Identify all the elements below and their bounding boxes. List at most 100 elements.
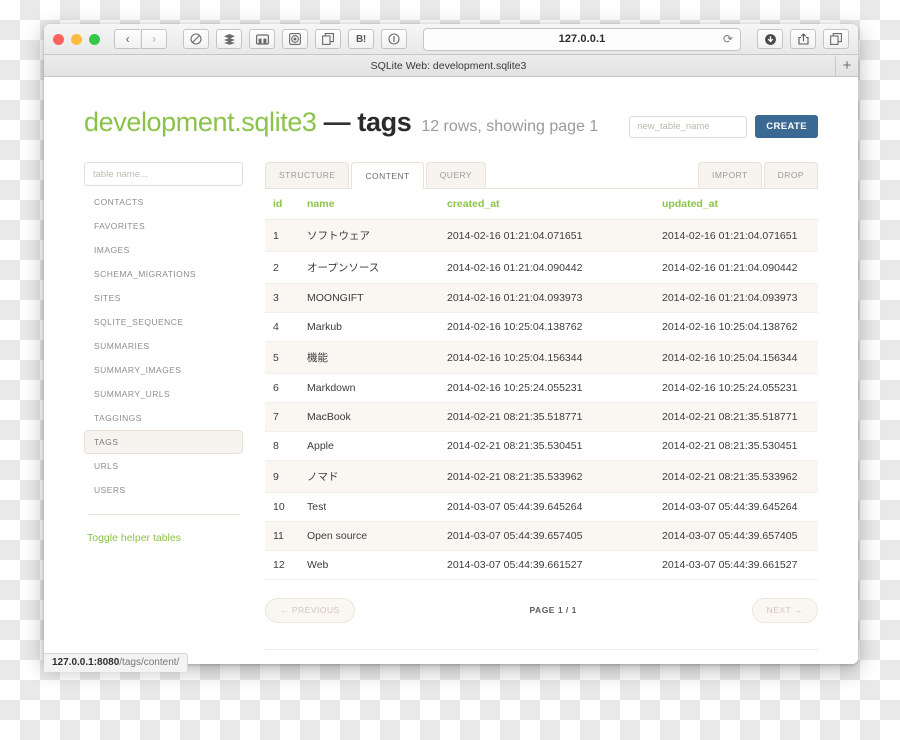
column-header-name[interactable]: name: [299, 189, 439, 220]
list-item[interactable]: SCHEMA_MIGRATIONS: [84, 262, 243, 286]
sidebar-item-schema_migrations[interactable]: SCHEMA_MIGRATIONS: [84, 262, 243, 286]
toggle-helper-tables-link[interactable]: Toggle helper tables: [84, 532, 181, 544]
sidebar-item-sites[interactable]: SITES: [84, 286, 243, 310]
list-item[interactable]: TAGGINGS: [84, 406, 243, 430]
sidebar-item-sqlite_sequence[interactable]: SQLITE_SEQUENCE: [84, 310, 243, 334]
downloads-button[interactable]: [757, 29, 783, 49]
cell-id: 10: [265, 492, 299, 522]
current-table-name: tags: [357, 107, 412, 137]
layers-icon: [223, 34, 235, 45]
tab-drop[interactable]: DROP: [763, 162, 818, 188]
create-table-button[interactable]: CREATE: [755, 115, 818, 138]
sidebar-item-users[interactable]: USERS: [84, 478, 243, 502]
share-icon: [797, 33, 809, 45]
cell-created_at: 2014-02-16 01:21:04.093973: [439, 283, 654, 313]
reader-sidebar-button[interactable]: [249, 29, 275, 49]
browser-window: ‹ › B! 127.0.0.1 ⟳ SQLite Web: developme…: [44, 24, 858, 664]
list-item[interactable]: SQLITE_SEQUENCE: [84, 310, 243, 334]
tab-content[interactable]: CONTENT: [351, 162, 424, 189]
page-indicator: PAGE 1 / 1: [529, 605, 577, 616]
minimize-window-button[interactable]: [71, 33, 82, 45]
sidebar-item-summary_images[interactable]: SUMMARY_IMAGES: [84, 358, 243, 382]
list-item[interactable]: SITES: [84, 286, 243, 310]
next-page-button[interactable]: NEXT →: [751, 598, 818, 623]
flask-link[interactable]: Flask: [563, 664, 588, 665]
author-link[interactable]: Charles Leifer: [692, 664, 757, 665]
cell-name: 機能: [299, 341, 439, 374]
sidebar-item-favorites[interactable]: FAVORITES: [84, 214, 243, 238]
tab-query[interactable]: QUERY: [425, 162, 487, 188]
peewee-link[interactable]: Peewee: [611, 664, 649, 665]
forward-button[interactable]: ›: [141, 29, 167, 49]
list-item[interactable]: SUMMARY_URLS: [84, 382, 243, 406]
sidebar-item-taggings[interactable]: TAGGINGS: [84, 406, 243, 430]
page-title: development.sqlite3 — tags: [84, 107, 412, 138]
list-item[interactable]: SUMMARY_IMAGES: [84, 358, 243, 382]
list-item[interactable]: FAVORITES: [84, 214, 243, 238]
cell-name: Apple: [299, 431, 439, 461]
sidebar-item-summary_urls[interactable]: SUMMARY_URLS: [84, 382, 243, 406]
status-bar-url: 127.0.0.1:8080/tags/content/: [44, 653, 189, 672]
share-button[interactable]: [790, 29, 816, 49]
new-tab-button[interactable]: +: [835, 55, 858, 76]
back-button[interactable]: ‹: [114, 29, 140, 49]
tab-import[interactable]: IMPORT: [698, 162, 762, 188]
record-button[interactable]: [282, 29, 308, 49]
cell-created_at: 2014-02-16 01:21:04.071651: [439, 219, 654, 252]
column-header-row: id name created_at updated_at: [265, 189, 818, 220]
close-window-button[interactable]: [53, 33, 64, 45]
footer-text-3: . © 2017: [649, 664, 692, 665]
tab-overview-icon: [830, 33, 842, 45]
chevron-left-icon: ‹: [125, 32, 130, 46]
reload-icon[interactable]: ⟳: [723, 33, 733, 45]
page-info-button[interactable]: [381, 29, 407, 49]
hatena-bookmark-button[interactable]: B!: [348, 29, 374, 49]
column-header-created_at[interactable]: created_at: [439, 189, 654, 220]
sidebar-item-images[interactable]: IMAGES: [84, 238, 243, 262]
table-filter-input[interactable]: [84, 162, 243, 186]
cell-updated_at: 2014-02-16 01:21:04.090442: [654, 251, 818, 284]
active-tab-title[interactable]: SQLite Web: development.sqlite3: [44, 60, 835, 72]
tab-structure[interactable]: STRUCTURE: [265, 162, 350, 188]
sidebar-item-urls[interactable]: URLS: [84, 454, 243, 478]
column-header-updated_at[interactable]: updated_at: [654, 189, 818, 220]
table-row: 11 Open source 2014-03-07 05:44:39.657405 2…: [265, 521, 818, 551]
adblock-button[interactable]: [183, 29, 209, 49]
list-item[interactable]: IMAGES: [84, 238, 243, 262]
cell-created_at: 2014-03-07 05:44:39.657405: [439, 521, 654, 551]
cell-updated_at: 2014-02-21 08:21:35.518771: [654, 402, 818, 432]
tab-overview-button[interactable]: [823, 29, 849, 49]
zoom-window-button[interactable]: [89, 33, 100, 45]
new-table-name-input[interactable]: [629, 115, 748, 138]
column-header-id[interactable]: id: [265, 189, 299, 220]
cell-updated_at: 2014-02-21 08:21:35.530451: [654, 431, 818, 461]
list-item[interactable]: URLS: [84, 454, 243, 478]
layers-button[interactable]: [216, 29, 242, 49]
window-copy-button[interactable]: [315, 29, 341, 49]
cell-updated_at: 2014-02-16 10:25:04.138762: [654, 312, 818, 342]
sidebar-item-tags[interactable]: TAGS: [84, 430, 243, 454]
table-view-tabs: STRUCTURE CONTENT QUERY IMPORT DROP: [265, 162, 818, 189]
list-item[interactable]: CONTACTS: [84, 190, 243, 214]
cell-updated_at: 2014-03-07 05:44:39.657405: [654, 521, 818, 551]
cell-created_at: 2014-02-16 10:25:24.055231: [439, 373, 654, 403]
browser-toolbar: ‹ › B! 127.0.0.1 ⟳: [44, 24, 858, 55]
table-row: 6 Markdown 2014-02-16 10:25:24.055231 2014-…: [265, 373, 818, 403]
sidebar-item-contacts[interactable]: CONTACTS: [84, 190, 243, 214]
list-item[interactable]: TAGS: [84, 430, 243, 454]
cell-created_at: 2014-02-21 08:21:35.518771: [439, 402, 654, 432]
page-viewport: development.sqlite3 — tags 12 rows, show…: [44, 77, 858, 664]
url-text: 127.0.0.1: [558, 33, 606, 45]
table-row: 2 オープンソース 2014-02-16 01:21:04.090442 2014-0…: [265, 251, 818, 284]
address-bar[interactable]: 127.0.0.1 ⟳: [423, 27, 741, 51]
cell-id: 1: [265, 219, 299, 252]
cell-id: 8: [265, 431, 299, 461]
table-row: 7 MacBook 2014-02-21 08:21:35.518771 2014-0…: [265, 402, 818, 432]
table-row: 5 機能 2014-02-16 10:25:04.156344 2014-02-16 …: [265, 341, 818, 374]
list-item[interactable]: SUMMARIES: [84, 334, 243, 358]
page-footer: Web-based SQLite database browser, power…: [265, 648, 818, 665]
table-list: CONTACTS FAVORITES IMAGES SCHEMA_MIGRATIONS…: [84, 190, 243, 502]
previous-page-button[interactable]: ← PREVIOUS: [265, 598, 355, 623]
list-item[interactable]: USERS: [84, 478, 243, 502]
sidebar-item-summaries[interactable]: SUMMARIES: [84, 334, 243, 358]
